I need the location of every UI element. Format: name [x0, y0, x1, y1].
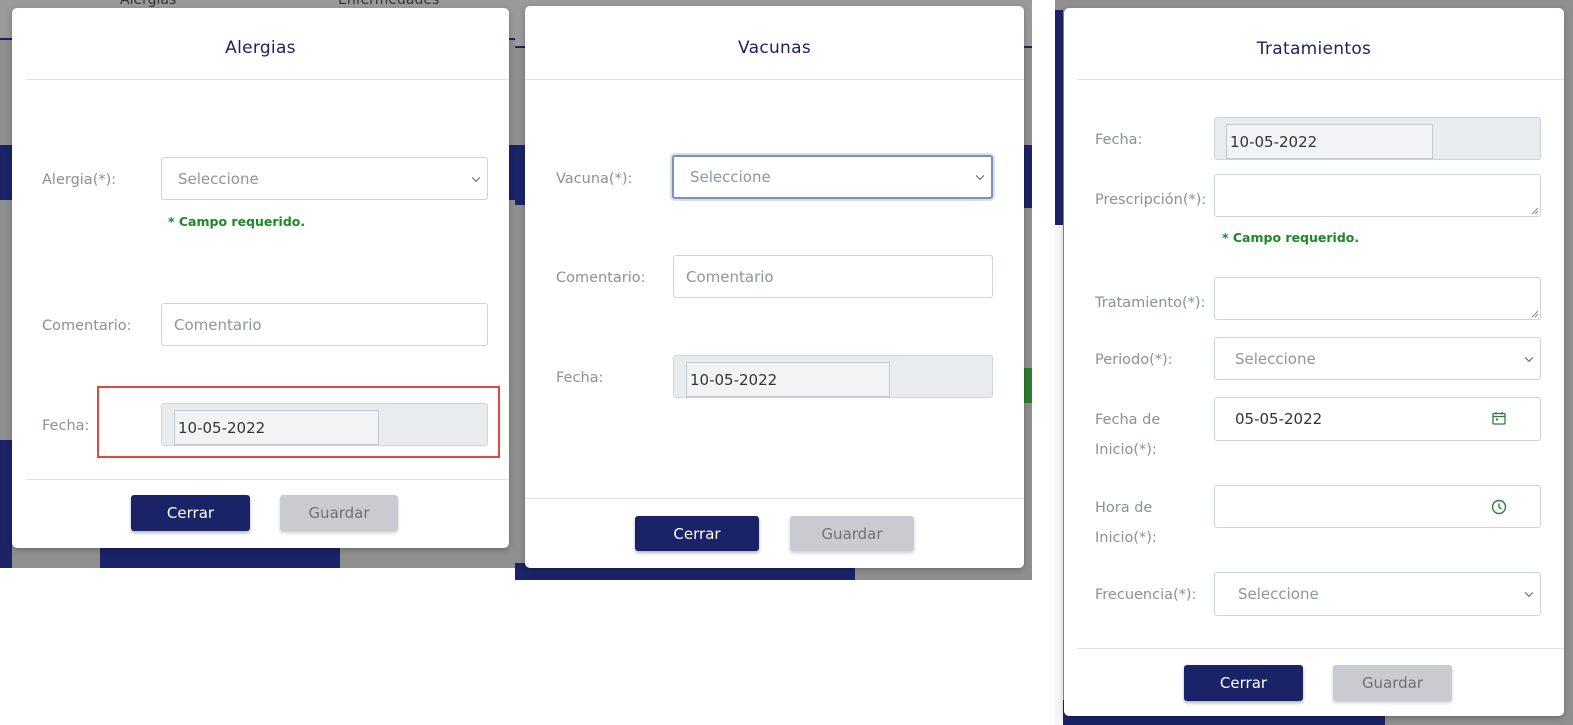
fecha-label: Fecha: — [556, 370, 604, 386]
resize-handle-icon[interactable] — [1530, 309, 1538, 317]
background-navy-block — [1024, 145, 1032, 208]
fecha-date-input[interactable]: 10-05-2022 — [686, 362, 890, 397]
fecha-inicio-input[interactable]: 05-05-2022 — [1214, 397, 1541, 441]
chevron-down-icon — [1524, 588, 1534, 598]
fecha-label: Fecha: — [1095, 132, 1143, 148]
alergias-panel: Alergias Enfermedades Alergias Alergia(*… — [0, 0, 515, 568]
required-message: * Campo requerido. — [168, 214, 306, 229]
close-button[interactable]: Cerrar — [131, 495, 250, 531]
resize-handle-icon[interactable] — [1530, 206, 1538, 214]
save-button[interactable]: Guardar — [790, 516, 914, 551]
comentario-label: Comentario: — [42, 318, 132, 334]
save-button[interactable]: Guardar — [280, 495, 398, 531]
close-button[interactable]: Cerrar — [1184, 665, 1303, 701]
date-value: 10-05-2022 — [1230, 132, 1318, 151]
input-placeholder: Comentario — [174, 315, 262, 334]
footer-divider — [1078, 648, 1564, 649]
header-divider — [1078, 79, 1564, 80]
alergias-modal: Alergias Alergia(*): Seleccione * Campo … — [12, 8, 509, 548]
fecha-date-input[interactable]: 10-05-2022 — [1226, 124, 1433, 159]
header-divider — [26, 79, 509, 80]
fecha-label: Fecha: — [42, 418, 90, 434]
tratamiento-label: Tratamiento(*): — [1095, 295, 1206, 311]
alergia-select[interactable]: Seleccione — [161, 157, 488, 200]
comentario-input[interactable]: Comentario — [673, 255, 993, 298]
background-navy-block — [0, 145, 12, 200]
background-tab-label: Alergias — [120, 0, 177, 8]
vacunas-modal: Vacunas Vacuna(*): Seleccione Comentario… — [525, 6, 1024, 568]
select-value: Seleccione — [1235, 349, 1316, 368]
prescripcion-textarea[interactable] — [1214, 174, 1541, 217]
chevron-down-icon — [975, 171, 985, 181]
select-value: Seleccione — [690, 168, 771, 186]
modal-title: Tratamientos — [1256, 39, 1372, 59]
background-navy-block — [515, 145, 525, 205]
chevron-down-icon — [471, 173, 481, 182]
hora-inicio-input[interactable] — [1214, 485, 1541, 528]
modal-title: Alergias — [225, 38, 296, 58]
alergia-label: Alergia(*): — [42, 172, 117, 188]
clock-icon[interactable] — [1491, 499, 1507, 515]
select-value: Seleccione — [178, 169, 259, 188]
chevron-down-icon — [1524, 353, 1534, 362]
vacuna-select[interactable]: Seleccione — [672, 155, 993, 199]
required-message: * Campo requerido. — [1222, 230, 1360, 245]
periodo-label: Periodo(*): — [1095, 352, 1173, 368]
fecha-field: 10-05-2022 — [1214, 117, 1541, 160]
fecha-inicio-label: Fecha de — [1095, 412, 1161, 428]
footer-divider — [26, 479, 509, 480]
hora-inicio-label: Hora de — [1095, 500, 1153, 516]
comentario-input[interactable]: Comentario — [161, 303, 488, 346]
footer-divider — [525, 498, 1024, 499]
prescripcion-label: Prescripción(*): — [1095, 192, 1207, 208]
date-value: 10-05-2022 — [690, 370, 778, 389]
input-placeholder: Comentario — [686, 267, 774, 286]
background-navy-block — [100, 545, 340, 568]
periodo-select[interactable]: Seleccione — [1214, 337, 1541, 380]
background-green-block — [1024, 368, 1032, 403]
frecuencia-select[interactable]: Seleccione — [1214, 572, 1541, 616]
comentario-label: Comentario: — [556, 270, 646, 286]
tratamiento-textarea[interactable] — [1214, 277, 1541, 320]
date-value: 05-05-2022 — [1235, 410, 1323, 428]
vacunas-panel: Vacunas Vacuna(*): Seleccione Comentario… — [515, 0, 1032, 580]
modal-title: Vacunas — [738, 38, 811, 58]
background-navy-block — [0, 440, 12, 568]
vacuna-label: Vacuna(*): — [556, 171, 633, 187]
frecuencia-label: Frecuencia(*): — [1095, 587, 1197, 603]
background-white-area — [1055, 225, 1063, 725]
close-button[interactable]: Cerrar — [635, 516, 759, 551]
header-divider — [525, 79, 1024, 80]
tratamientos-modal: Tratamientos Fecha: 10-05-2022 Prescripc… — [1064, 8, 1564, 716]
background-tab-label: Enfermedades — [338, 0, 440, 8]
tratamientos-panel: Tratamientos Fecha: 10-05-2022 Prescripc… — [1055, 0, 1573, 725]
select-value: Seleccione — [1238, 585, 1319, 603]
fecha-field: 10-05-2022 — [673, 355, 993, 398]
fecha-inicio-label: Inicio(*): — [1095, 442, 1157, 458]
calendar-icon[interactable] — [1492, 411, 1506, 425]
fecha-highlight-box — [97, 386, 500, 458]
hora-inicio-label: Inicio(*): — [1095, 530, 1157, 546]
background-navy-block — [1055, 10, 1063, 225]
save-button[interactable]: Guardar — [1333, 665, 1452, 701]
